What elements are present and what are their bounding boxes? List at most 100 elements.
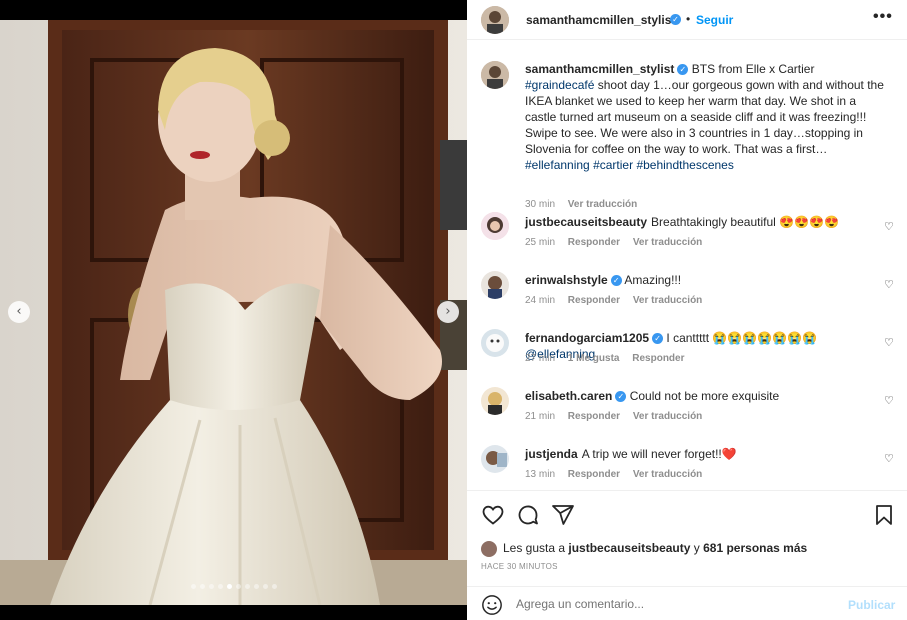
comment-meta: 25 min Responder Ver traducción [525, 237, 712, 248]
author-username[interactable]: samanthamcmillen_stylist [526, 13, 675, 27]
comment-time: 21 min [525, 411, 556, 422]
comment-body: justbecauseitsbeauty Breathtakingly beaut… [525, 214, 885, 230]
comment-time: 13 min [525, 469, 556, 480]
comment-text: A trip we will never forget!!❤️ [581, 447, 737, 461]
hashtag-behindthescenes[interactable]: #behindthescenes [636, 158, 733, 172]
carousel-prev-button[interactable]: ‹ [8, 301, 30, 323]
caption-translate-link[interactable]: Ver traducción [568, 199, 637, 210]
like-comment-heart-icon[interactable]: ♡ [884, 336, 894, 349]
photo-bottom-bar [0, 605, 467, 620]
carousel-dot [226, 584, 232, 589]
separator-dot: • [686, 12, 691, 26]
publish-button[interactable]: Publicar [848, 598, 895, 612]
reply-button[interactable]: Responder [568, 411, 620, 422]
comment-avatar[interactable] [481, 445, 509, 473]
post-photo [0, 20, 467, 605]
hashtag-graindecafe[interactable]: #graindecafé [525, 78, 594, 92]
comment-avatar[interactable] [481, 212, 509, 240]
carousel-dot [190, 584, 196, 589]
carousel-dot [208, 584, 214, 589]
like-comment-heart-icon[interactable]: ♡ [884, 278, 894, 291]
likes-summary: Les gusta a justbecauseitsbeauty y 681 p… [481, 541, 807, 557]
carousel-dot [262, 584, 268, 589]
hashtag-cartier[interactable]: #cartier [593, 158, 633, 172]
hashtag-ellefanning[interactable]: #ellefanning [525, 158, 590, 172]
comment-avatar[interactable] [481, 329, 509, 357]
comment-body: justjenda A trip we will never forget!!❤️ [525, 446, 885, 462]
comment-input[interactable] [516, 597, 816, 611]
liker-avatar [481, 541, 497, 557]
instagram-post-modal: ‹ › samanthamcmillen_stylist ✓ • Seguir … [0, 0, 907, 620]
add-comment-bar: Publicar [467, 586, 907, 620]
author-avatar[interactable] [481, 6, 509, 34]
carousel-dot [244, 584, 250, 589]
verified-badge-icon: ✓ [615, 391, 627, 403]
comment-username[interactable]: elisabeth.caren [525, 389, 612, 403]
carousel-indicator [0, 584, 467, 589]
comment-meta: 21 min Responder Ver traducción [525, 411, 712, 422]
likes-mid: y [690, 541, 704, 556]
translate-link[interactable]: Ver traducción [633, 469, 702, 480]
comment-avatar[interactable] [481, 387, 509, 415]
comment-username[interactable]: erinwalshstyle [525, 273, 608, 287]
comment-meta: 13 min Responder Ver traducción [525, 469, 712, 480]
post-header: samanthamcmillen_stylist ✓ • Seguir ••• [467, 0, 907, 40]
verified-badge-icon: ✓ [652, 333, 664, 345]
comment-meta: 27 min 1 Me gusta Responder [525, 353, 695, 364]
comment-username[interactable]: justjenda [525, 447, 578, 461]
post-side-pane: samanthamcmillen_stylist ✓ • Seguir ••• … [467, 0, 907, 620]
comment-username[interactable]: fernandogarciam1205 [525, 331, 649, 345]
verified-badge-icon: ✓ [670, 14, 681, 25]
comment-text: Amazing!!! [624, 273, 682, 287]
liker-username[interactable]: justbecauseitsbeauty [568, 541, 690, 555]
comment-icon[interactable] [516, 503, 540, 527]
comment-time: 24 min [525, 295, 556, 306]
reply-button[interactable]: Responder [568, 237, 620, 248]
like-comment-heart-icon[interactable]: ♡ [884, 394, 894, 407]
carousel-dot [199, 584, 205, 589]
caption-username[interactable]: samanthamcmillen_stylist [525, 62, 674, 76]
comment-time: 27 min [525, 353, 556, 364]
likes-count[interactable]: 681 personas más [703, 541, 807, 555]
comment-avatar[interactable] [481, 271, 509, 299]
carousel-dot [217, 584, 223, 589]
likes-prefix: Les gusta a [503, 541, 569, 556]
verified-badge-icon: ✓ [610, 275, 622, 287]
comment-text: Breathtakingly beautiful 😍😍😍😍 [651, 215, 839, 229]
translate-link[interactable]: Ver traducción [633, 411, 702, 422]
carousel-dot [235, 584, 241, 589]
comment-time: 25 min [525, 237, 556, 248]
comment-body: erinwalshstyle ✓ Amazing!!! [525, 272, 885, 288]
translate-link[interactable]: Ver traducción [633, 237, 702, 248]
bookmark-icon[interactable] [872, 503, 896, 527]
caption-text: samanthamcmillen_stylist ✓ BTS from Elle … [525, 61, 885, 173]
translate-link[interactable]: Ver traducción [633, 295, 702, 306]
share-icon[interactable] [551, 503, 575, 527]
comment-text: I canttttt 😭😭😭😭😭😭😭 [666, 331, 818, 345]
more-options-icon[interactable]: ••• [873, 8, 893, 26]
heart-icon[interactable] [481, 503, 505, 527]
posted-time: HACE 30 MINUTOS [481, 562, 558, 571]
comments-list[interactable]: samanthamcmillen_stylist ✓ BTS from Elle … [467, 40, 907, 490]
post-photo-illustration [0, 20, 467, 605]
post-actions: Les gusta a justbecauseitsbeauty y 681 p… [467, 490, 907, 620]
like-comment-heart-icon[interactable]: ♡ [884, 452, 894, 465]
follow-button[interactable]: Seguir [696, 13, 733, 27]
caption-text-a: BTS from Elle x Cartier [691, 62, 815, 76]
comment-like-count[interactable]: 1 Me gusta [568, 353, 620, 364]
verified-badge-icon: ✓ [677, 64, 689, 76]
comment-meta: 24 min Responder Ver traducción [525, 295, 712, 306]
carousel-next-button[interactable]: › [437, 301, 459, 323]
caption-avatar[interactable] [481, 61, 509, 89]
carousel-dot [253, 584, 259, 589]
emoji-icon[interactable] [481, 594, 503, 616]
post-photo-pane: ‹ › [0, 0, 467, 620]
comment-text: Could not be more exquisite [629, 389, 780, 403]
comment-username[interactable]: justbecauseitsbeauty [525, 215, 647, 229]
photo-top-bar [0, 0, 467, 20]
like-comment-heart-icon[interactable]: ♡ [884, 220, 894, 233]
reply-button[interactable]: Responder [568, 469, 620, 480]
reply-button[interactable]: Responder [568, 295, 620, 306]
reply-button[interactable]: Responder [632, 353, 684, 364]
comment-body: elisabeth.caren ✓ Could not be more exqui… [525, 388, 885, 404]
